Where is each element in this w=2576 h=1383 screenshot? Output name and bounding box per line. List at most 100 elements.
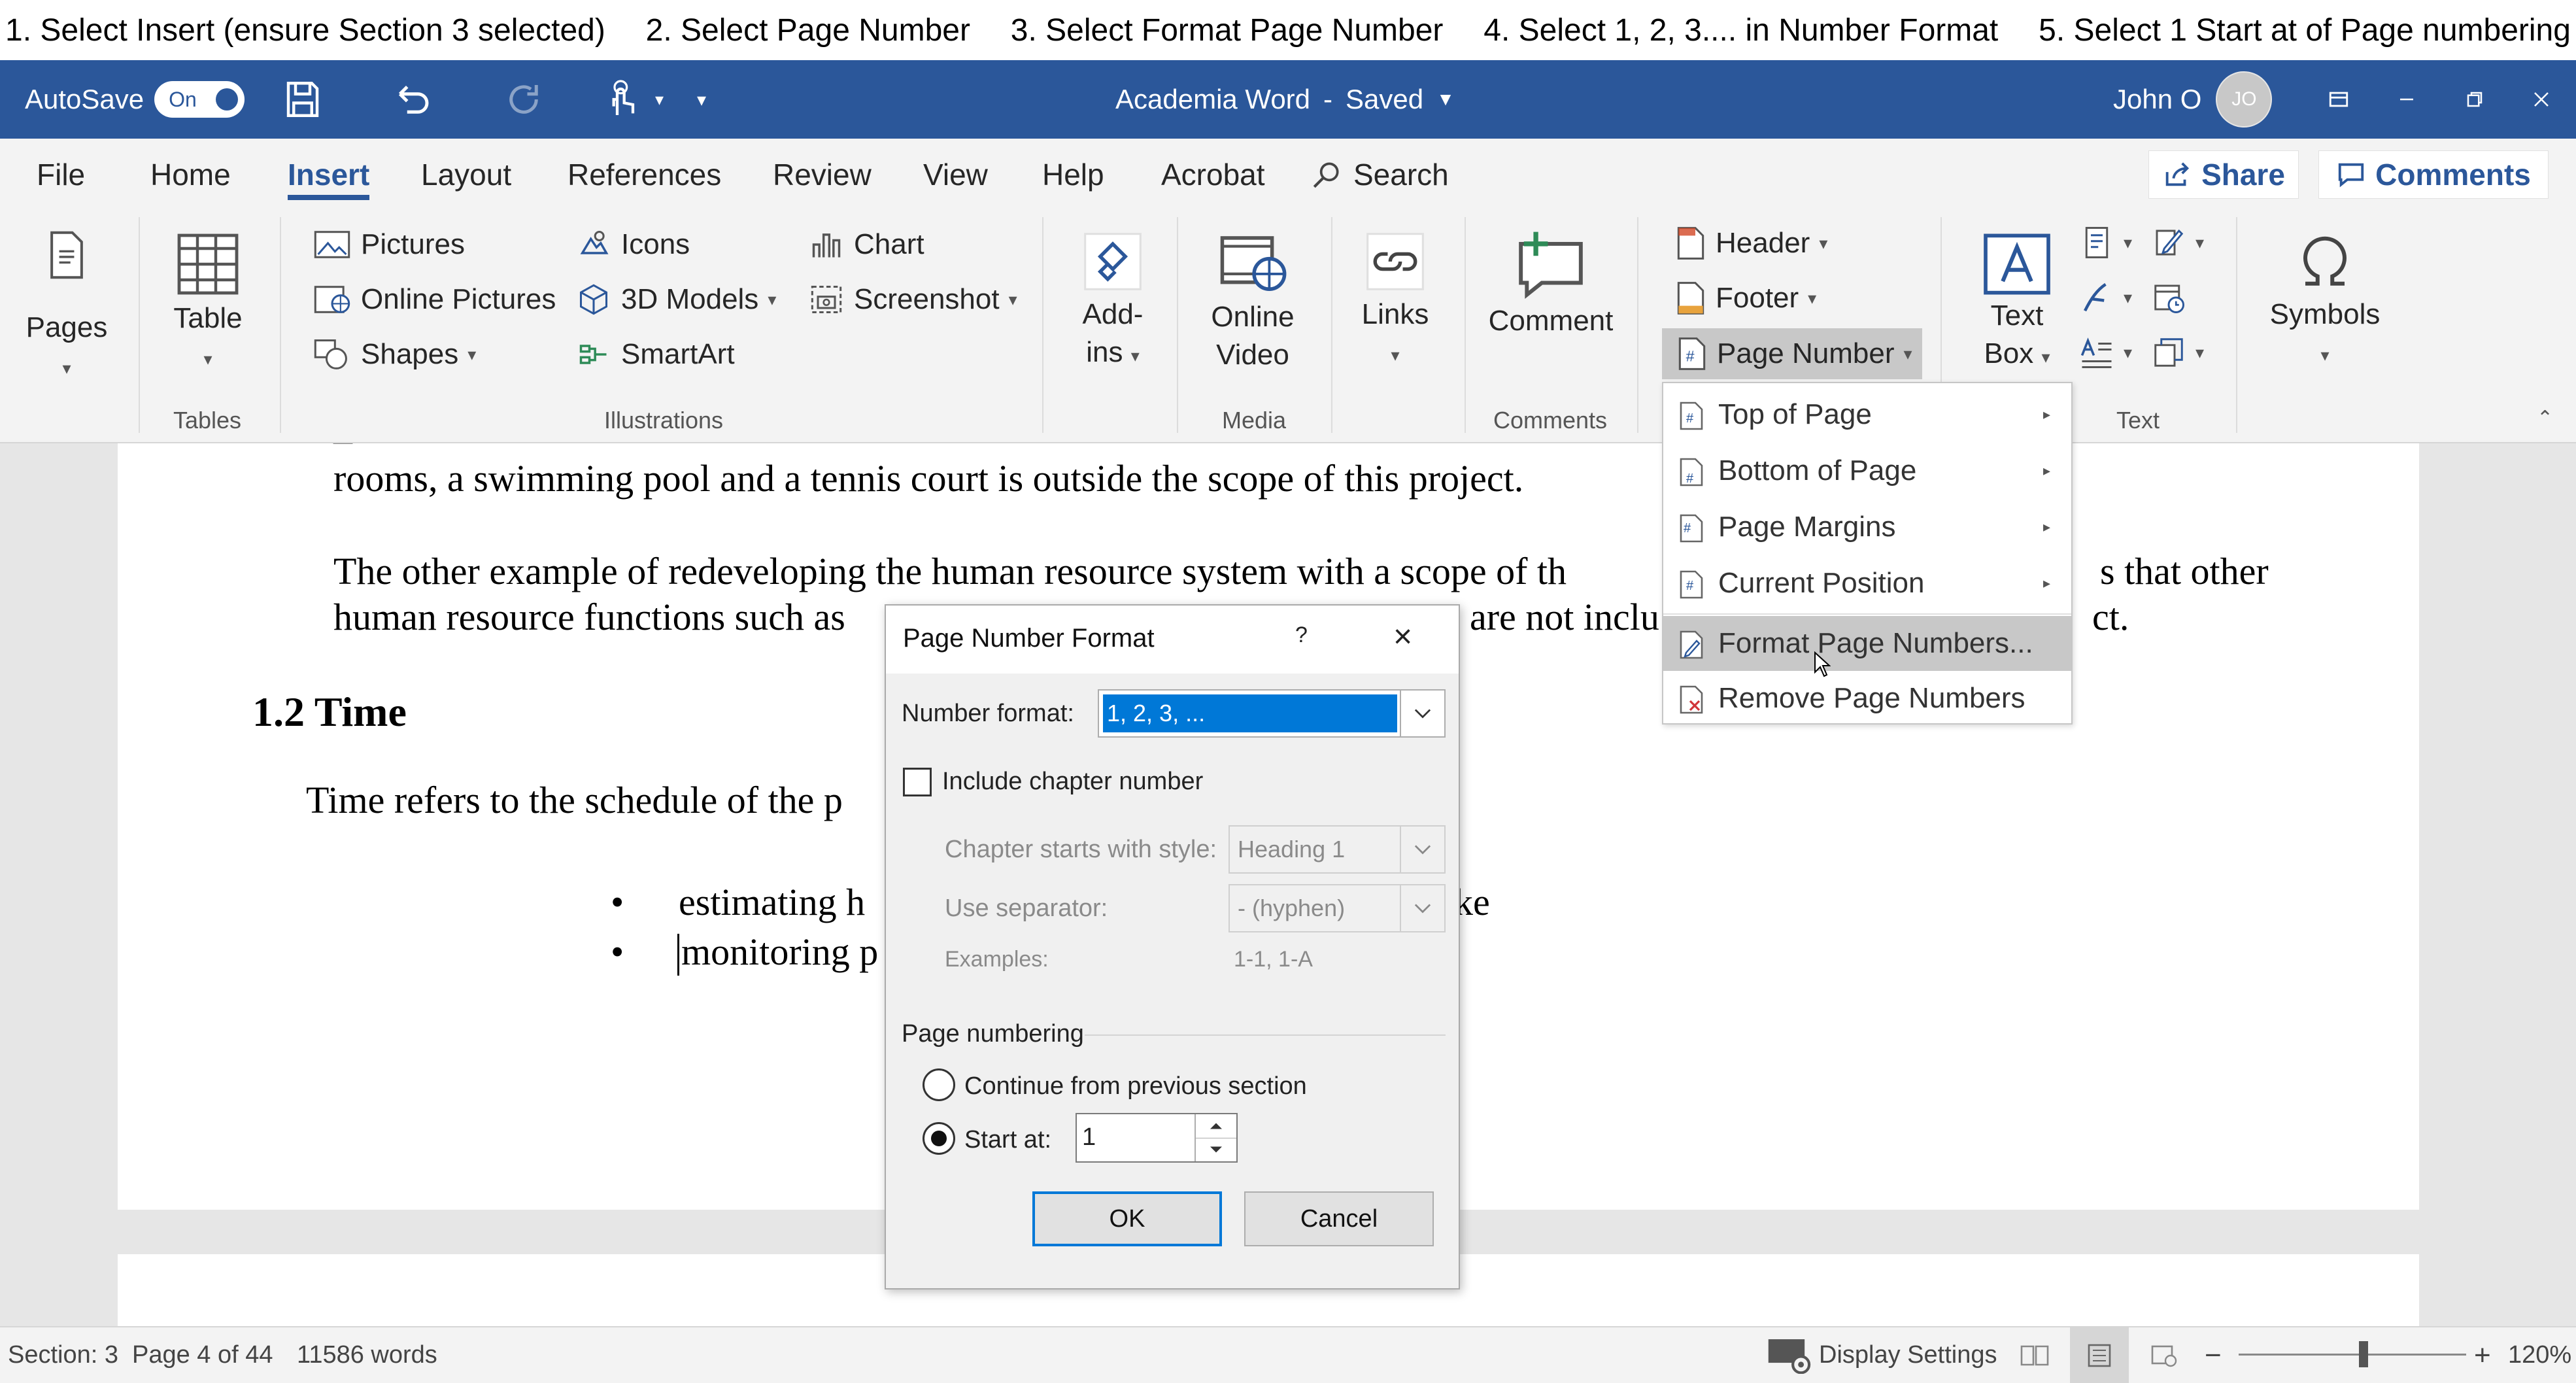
- zoom-out-button[interactable]: −: [2205, 1327, 2222, 1383]
- search-box[interactable]: Search: [1310, 139, 1449, 211]
- object-button[interactable]: ▾: [2151, 335, 2204, 370]
- quick-parts-button[interactable]: ▾: [2079, 225, 2132, 260]
- page-indicator[interactable]: Page 4 of 44: [132, 1327, 273, 1383]
- start-at-spinner[interactable]: 1: [1076, 1113, 1238, 1163]
- wordart-button[interactable]: ▾: [2079, 280, 2132, 315]
- icons-button[interactable]: Icons: [575, 228, 690, 262]
- ok-button[interactable]: OK: [1032, 1191, 1222, 1246]
- screenshot-icon: [811, 285, 842, 314]
- close-button[interactable]: [2532, 60, 2551, 139]
- header-button[interactable]: Header ▾: [1675, 225, 1827, 262]
- continue-radio[interactable]: [923, 1068, 955, 1101]
- autosave-toggle[interactable]: On: [154, 81, 245, 118]
- screenshot-button[interactable]: Screenshot ▾: [808, 282, 1017, 316]
- customize-toolbar-button[interactable]: ▾: [697, 60, 706, 139]
- drop-cap-button[interactable]: ▾: [2079, 335, 2132, 370]
- spin-down-button[interactable]: [1195, 1138, 1236, 1161]
- chevron-down-icon: ▾: [1903, 343, 1912, 364]
- menu-item-label: Format Page Numbers...: [1718, 627, 2033, 659]
- dropdown-button[interactable]: [1400, 691, 1444, 736]
- menu-item-bottom-of-page[interactable]: # Bottom of Page ▸: [1663, 443, 2071, 498]
- chapter-style-select[interactable]: Heading 1: [1229, 825, 1446, 874]
- dropdown-button[interactable]: [1400, 885, 1444, 931]
- online-pictures-button[interactable]: Online Pictures: [313, 282, 556, 316]
- redo-button[interactable]: [502, 60, 545, 139]
- chevron-down-icon: ▾: [467, 344, 477, 364]
- pictures-label: Pictures: [361, 228, 465, 260]
- page-number-button[interactable]: # Page Number ▾: [1662, 328, 1922, 379]
- start-at-label[interactable]: Start at:: [964, 1126, 1051, 1154]
- group-divider: [1465, 217, 1466, 433]
- zoom-slider-thumb[interactable]: [2359, 1341, 2369, 1367]
- touch-mode-button[interactable]: ▾: [602, 60, 664, 139]
- share-button[interactable]: Share: [2148, 150, 2299, 199]
- separator-select[interactable]: - (hyphen): [1229, 884, 1446, 932]
- section-indicator[interactable]: Section: 3: [8, 1327, 118, 1383]
- display-settings-button[interactable]: Display Settings: [1767, 1327, 1997, 1383]
- restore-button[interactable]: [2465, 60, 2484, 139]
- online-video-button[interactable]: Online Video: [1200, 229, 1305, 375]
- new-comment-button[interactable]: Comment: [1479, 229, 1623, 341]
- tab-home[interactable]: Home: [150, 139, 231, 211]
- menu-item-format-page-numbers[interactable]: Format Page Numbers...: [1663, 616, 2071, 671]
- zoom-slider[interactable]: [2239, 1341, 2466, 1367]
- dialog-close-icon[interactable]: ×: [1393, 617, 1412, 655]
- ribbon-display-options-button[interactable]: [2328, 60, 2350, 139]
- tab-layout[interactable]: Layout: [421, 139, 511, 211]
- text-box-icon: [1984, 233, 2050, 295]
- pages-button[interactable]: Pages ▾: [21, 229, 112, 388]
- page-number-icon: #: [1680, 401, 1703, 430]
- help-icon[interactable]: ?: [1295, 623, 1308, 648]
- continue-label[interactable]: Continue from previous section: [964, 1072, 1307, 1101]
- table-button[interactable]: Table ▾: [162, 230, 254, 379]
- tab-review[interactable]: Review: [773, 139, 872, 211]
- tab-acrobat[interactable]: Acrobat: [1161, 139, 1265, 211]
- read-mode-button[interactable]: [2020, 1327, 2049, 1383]
- footer-button[interactable]: Footer ▾: [1675, 280, 1816, 316]
- menu-item-current-position[interactable]: # Current Position ▸: [1663, 556, 2071, 611]
- document-title[interactable]: Academia Word - Saved ▼: [1115, 60, 1455, 139]
- menu-item-remove-page-numbers[interactable]: Remove Page Numbers: [1663, 671, 2071, 726]
- comments-button[interactable]: Comments: [2318, 150, 2549, 199]
- add-ins-button[interactable]: Add- ins ▾: [1067, 229, 1159, 376]
- account[interactable]: John O JO: [2113, 60, 2273, 139]
- menu-item-page-margins[interactable]: # Page Margins ▸: [1663, 500, 2071, 555]
- document-line: s that other: [2100, 550, 2269, 592]
- chart-button[interactable]: Chart: [808, 228, 924, 262]
- calendar-icon: [2154, 284, 2184, 313]
- number-format-select[interactable]: 1, 2, 3, ...: [1098, 689, 1446, 738]
- tab-insert[interactable]: Insert: [288, 139, 370, 211]
- text-box-button[interactable]: Text Box ▾: [1968, 233, 2066, 377]
- bullet-marker: •: [611, 931, 624, 973]
- pictures-button[interactable]: Pictures: [313, 228, 465, 262]
- zoom-level[interactable]: 120%: [2508, 1327, 2571, 1383]
- symbols-button[interactable]: Symbols ▾: [2260, 229, 2390, 375]
- tab-references[interactable]: References: [568, 139, 721, 211]
- start-at-input[interactable]: 1: [1082, 1123, 1096, 1152]
- web-layout-button[interactable]: [2151, 1327, 2177, 1383]
- undo-button[interactable]: [391, 60, 434, 139]
- signature-line-button[interactable]: ▾: [2151, 225, 2204, 260]
- tab-view[interactable]: View: [923, 139, 988, 211]
- menu-item-top-of-page[interactable]: # Top of Page ▸: [1663, 387, 2071, 442]
- tab-help[interactable]: Help: [1042, 139, 1104, 211]
- date-time-button[interactable]: [2151, 280, 2186, 315]
- save-button[interactable]: [281, 60, 324, 139]
- dropdown-button[interactable]: [1400, 827, 1444, 872]
- include-chapter-checkbox[interactable]: [903, 768, 932, 796]
- spin-up-button[interactable]: [1195, 1114, 1236, 1138]
- zoom-in-button[interactable]: +: [2474, 1327, 2491, 1383]
- cancel-button[interactable]: Cancel: [1244, 1191, 1434, 1246]
- print-layout-button[interactable]: [2070, 1327, 2129, 1383]
- shapes-button[interactable]: Shapes ▾: [313, 337, 476, 371]
- smartart-button[interactable]: SmartArt: [575, 337, 735, 371]
- word-count[interactable]: 11586 words: [297, 1327, 437, 1383]
- minimize-button[interactable]: [2397, 60, 2416, 139]
- links-button[interactable]: Links ▾: [1349, 229, 1441, 375]
- collapse-ribbon-icon[interactable]: ⌃: [2537, 407, 2553, 430]
- save-icon: [286, 82, 319, 117]
- 3d-models-button[interactable]: 3D Models ▾: [575, 282, 776, 316]
- include-chapter-label[interactable]: Include chapter number: [942, 768, 1203, 796]
- start-at-radio[interactable]: [923, 1122, 955, 1155]
- tab-file[interactable]: File: [37, 139, 85, 211]
